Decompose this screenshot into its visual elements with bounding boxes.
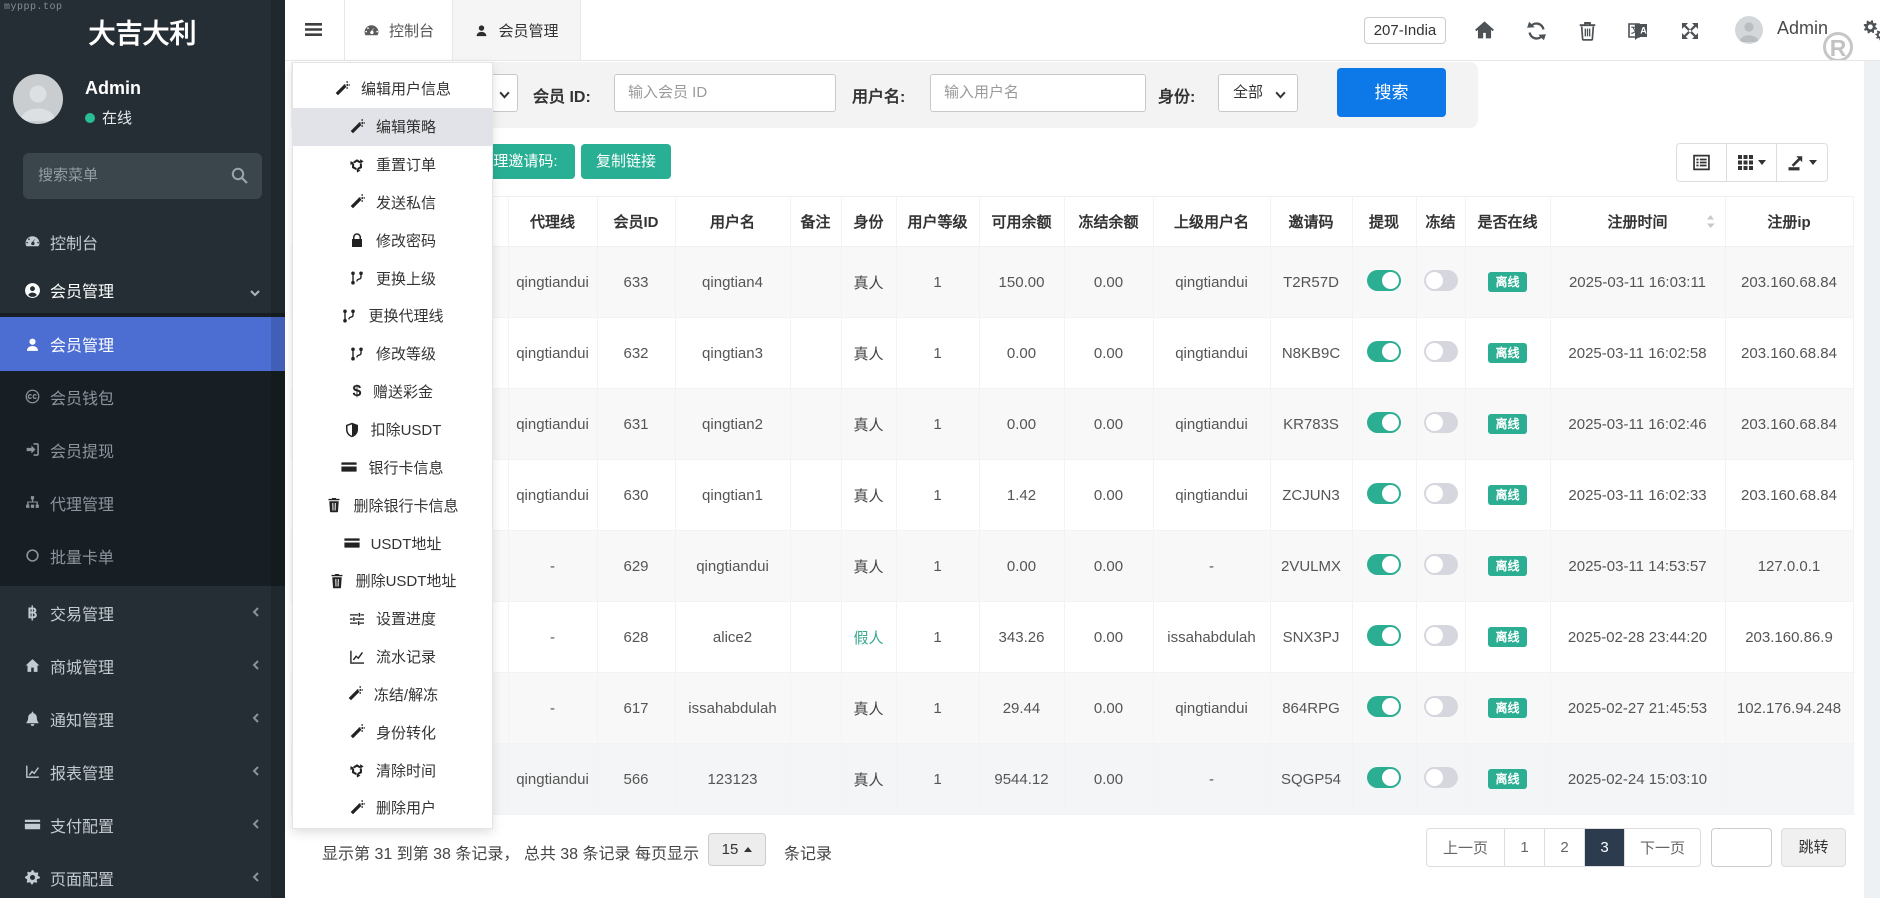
svg-text:A: A <box>1640 25 1647 35</box>
